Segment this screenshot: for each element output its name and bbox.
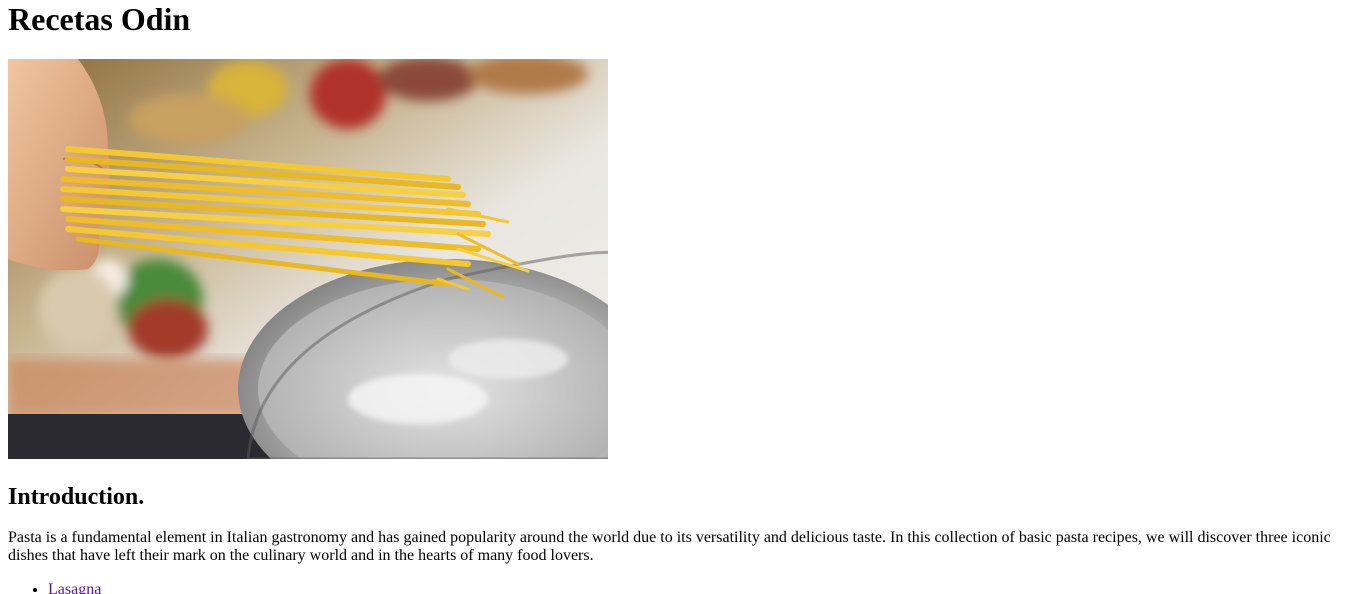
page-title: Recetas Odin — [8, 1, 191, 37]
recipe-link-lasagna[interactable]: Lasagna — [48, 581, 101, 594]
recipe-list: Lasagna — [8, 581, 1338, 594]
intro-heading: Introduction. — [8, 484, 145, 510]
hero-image — [8, 59, 608, 459]
intro-paragraph: Pasta is a fundamental element in Italia… — [8, 529, 1331, 564]
list-item: Lasagna — [48, 581, 1338, 594]
